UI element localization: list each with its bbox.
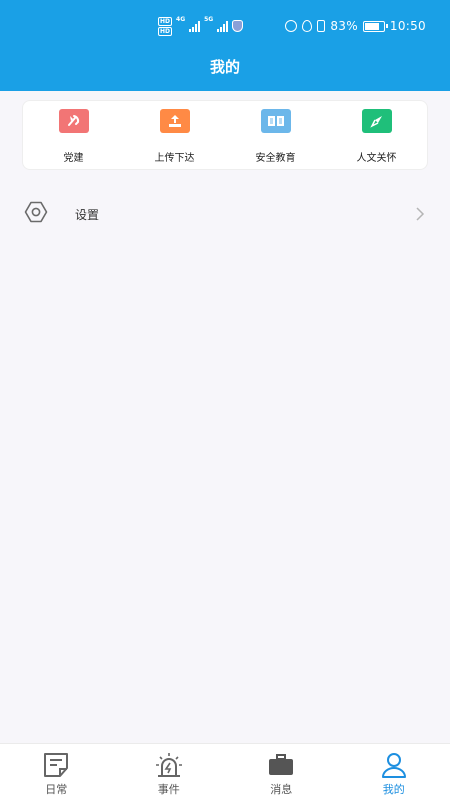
tab-mine[interactable]: 我的 [338,744,450,800]
party-emblem-icon [58,109,89,133]
tab-daily[interactable]: 日常 [0,744,113,800]
status-network-group: HD HD 4G 5G [158,14,244,38]
tab-label: 日常 [45,783,68,796]
shield-icon [232,20,244,32]
tab-events[interactable]: 事件 [113,744,226,800]
quick-actions-card: 党建 上传下达 安全教育 人文关怀 [22,100,428,170]
briefcase-icon [269,754,294,775]
battery-icon [362,20,388,32]
tab-messages[interactable]: 消息 [225,744,338,800]
quick-action-label: 安全教育 [255,153,296,164]
page-title: 我的 [209,58,240,76]
settings-row[interactable]: 设置 [0,192,450,236]
tab-label: 消息 [270,783,293,796]
status-time: 10:50 [389,19,426,33]
quick-action-label: 党建 [63,153,84,164]
quick-action-humanistic-care[interactable]: 人文关怀 [326,101,427,169]
tab-label: 我的 [382,783,405,796]
hd-badge-2: HD [158,26,173,36]
location-icon [302,20,313,32]
vibrate-icon [317,20,326,32]
upload-icon [159,109,190,133]
tab-label: 事件 [157,783,180,796]
network-type-1: 4G [176,16,186,23]
status-bar: HD HD 4G 5G 83% 10:50 [0,14,450,38]
book-icon [260,109,291,133]
battery-fill [364,22,379,30]
quick-action-label: 人文关怀 [356,153,397,164]
signal-icon-1 [189,20,201,32]
settings-label: 设置 [75,208,100,222]
quick-action-party[interactable]: 党建 [23,101,124,169]
bottom-tab-bar: 日常 事件 消息 我的 [0,743,450,800]
compass-icon [361,109,392,133]
alarm-icon [155,753,182,777]
hd-badge-1: HD [158,16,173,26]
quick-action-upload[interactable]: 上传下达 [124,101,225,169]
chevron-right-icon [416,207,425,221]
battery-percent: 83% [330,19,358,33]
quick-action-safety-education[interactable]: 安全教育 [225,101,326,169]
header-bar: HD HD 4G 5G 83% 10:50 我的 [0,0,450,91]
settings-icon [24,201,48,223]
status-system-group: 83% 10:50 [285,14,426,38]
clock-alarm-icon [285,20,298,32]
quick-action-label: 上传下达 [154,153,195,164]
network-type-2: 5G [204,16,214,23]
user-icon [381,753,406,778]
daily-note-icon [44,753,69,777]
hd-badges: HD HD [158,16,173,36]
signal-icon-2 [217,20,229,32]
